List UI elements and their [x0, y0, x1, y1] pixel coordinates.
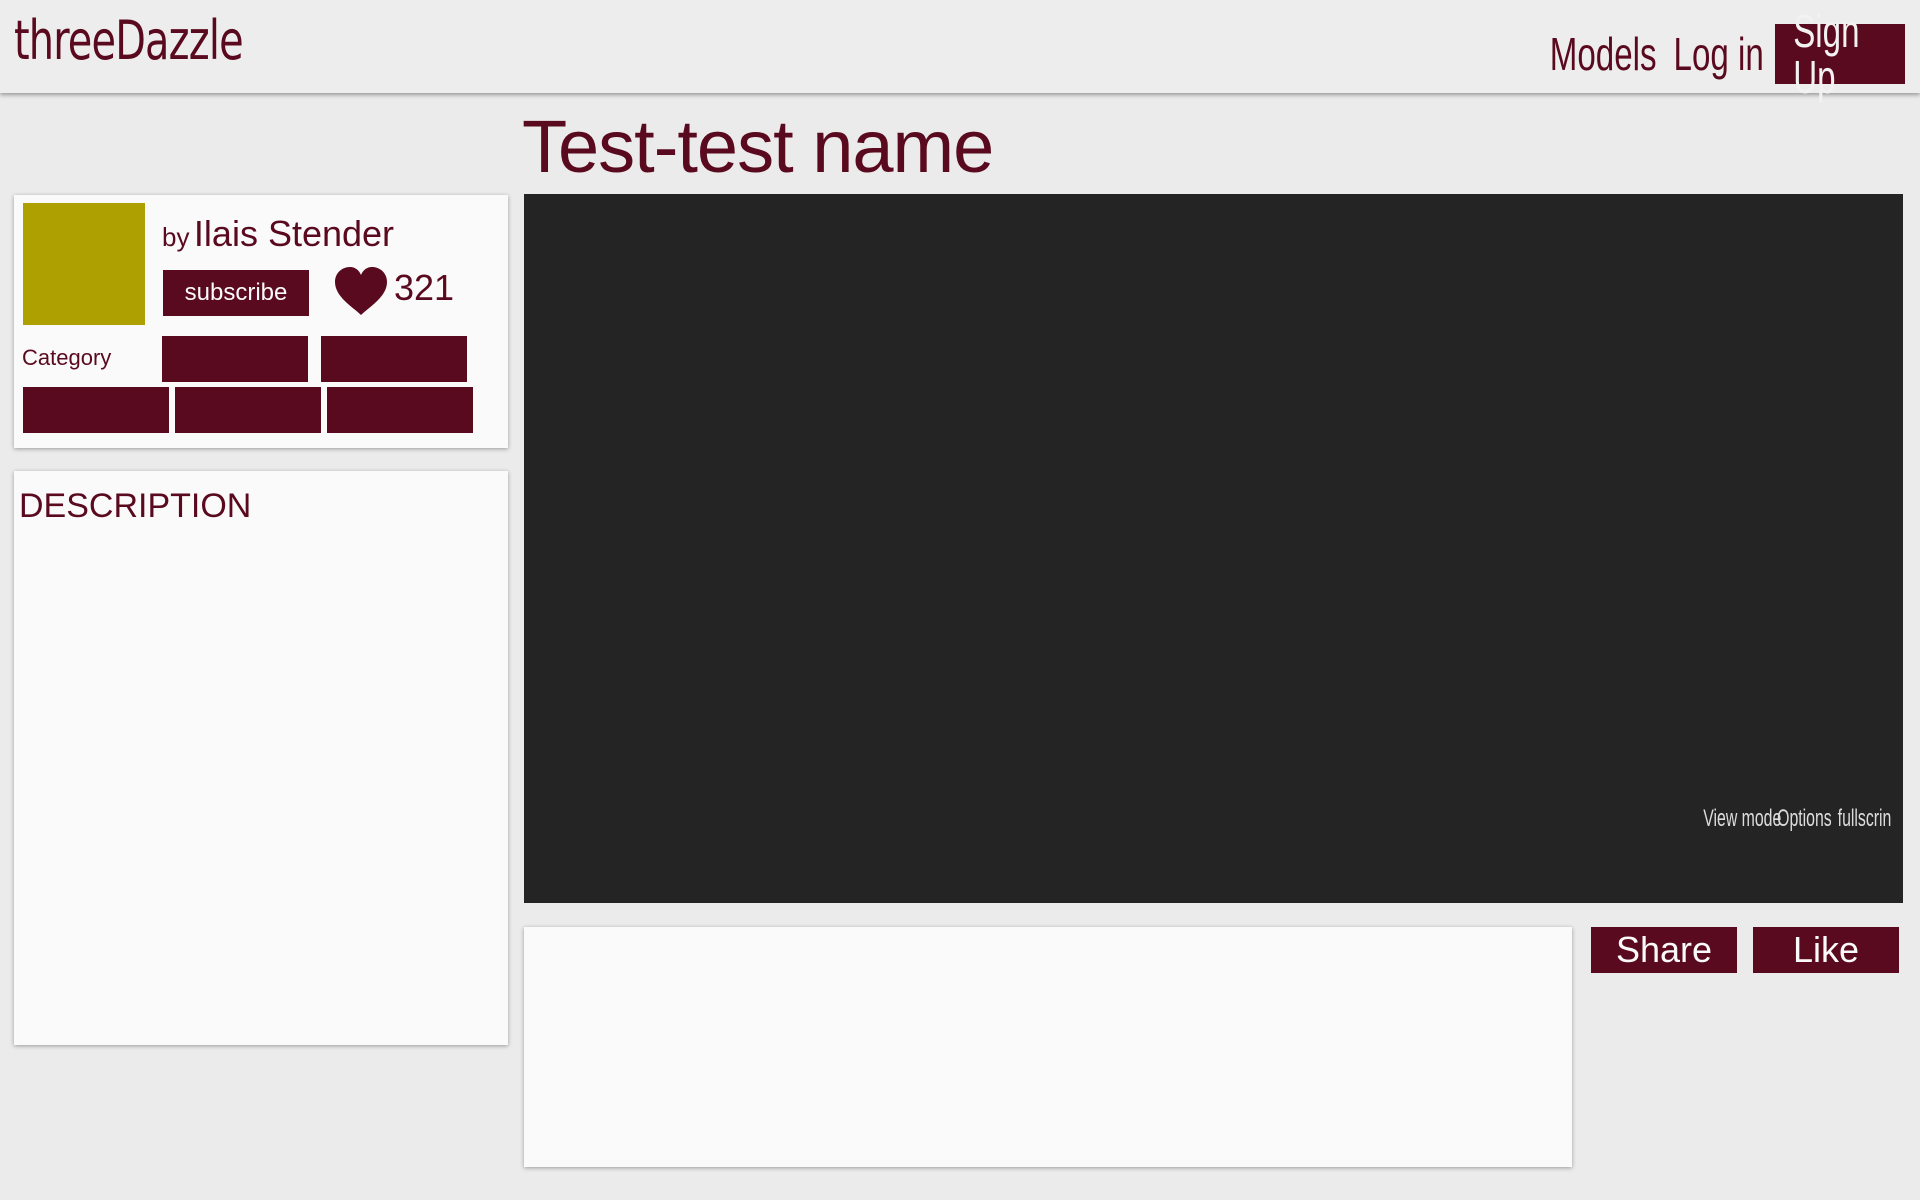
- subscribe-button[interactable]: subscribe: [163, 270, 309, 316]
- author-avatar[interactable]: [23, 203, 145, 325]
- nav-login-link[interactable]: Log in: [1673, 31, 1763, 77]
- description-title: DESCRIPTION: [19, 487, 252, 525]
- model-viewer-canvas[interactable]: View mode Options fullscrin: [524, 194, 1903, 903]
- options-button[interactable]: Options: [1777, 805, 1832, 833]
- main-nav: Models Log in Sign Up: [1529, 8, 1905, 100]
- top-navbar: threeDazzle Models Log in Sign Up: [0, 0, 1920, 100]
- author-byline: by Ilais Stender: [162, 213, 394, 255]
- signup-button[interactable]: Sign Up: [1775, 8, 1905, 100]
- site-logo[interactable]: threeDazzle: [14, 14, 244, 68]
- nav-models-link[interactable]: Models: [1550, 31, 1657, 77]
- view-mode-button[interactable]: View mode: [1703, 805, 1781, 833]
- author-name-link[interactable]: Ilais Stender: [194, 213, 394, 254]
- fullscreen-button[interactable]: fullscrin: [1837, 805, 1891, 833]
- category-label: Category: [22, 345, 112, 370]
- like-button[interactable]: Like: [1753, 927, 1899, 973]
- category-tag[interactable]: [175, 387, 321, 433]
- category-tag[interactable]: [327, 387, 473, 433]
- category-tag[interactable]: [162, 336, 308, 382]
- likes-count: 321: [394, 267, 455, 308]
- share-button[interactable]: Share: [1591, 927, 1737, 973]
- by-label: by: [162, 222, 190, 252]
- description-card: DESCRIPTION: [14, 471, 508, 1045]
- author-card: by Ilais Stender subscribe 321 Category: [14, 195, 508, 448]
- category-tag[interactable]: [321, 336, 467, 382]
- heart-icon[interactable]: [333, 265, 389, 319]
- model-title: Test-test name: [522, 105, 994, 188]
- comment-box[interactable]: [524, 927, 1572, 1167]
- signup-button-label: Sign Up: [1793, 5, 1860, 103]
- category-tag[interactable]: [23, 387, 169, 433]
- viewer-controls: View mode Options fullscrin: [1663, 805, 1891, 833]
